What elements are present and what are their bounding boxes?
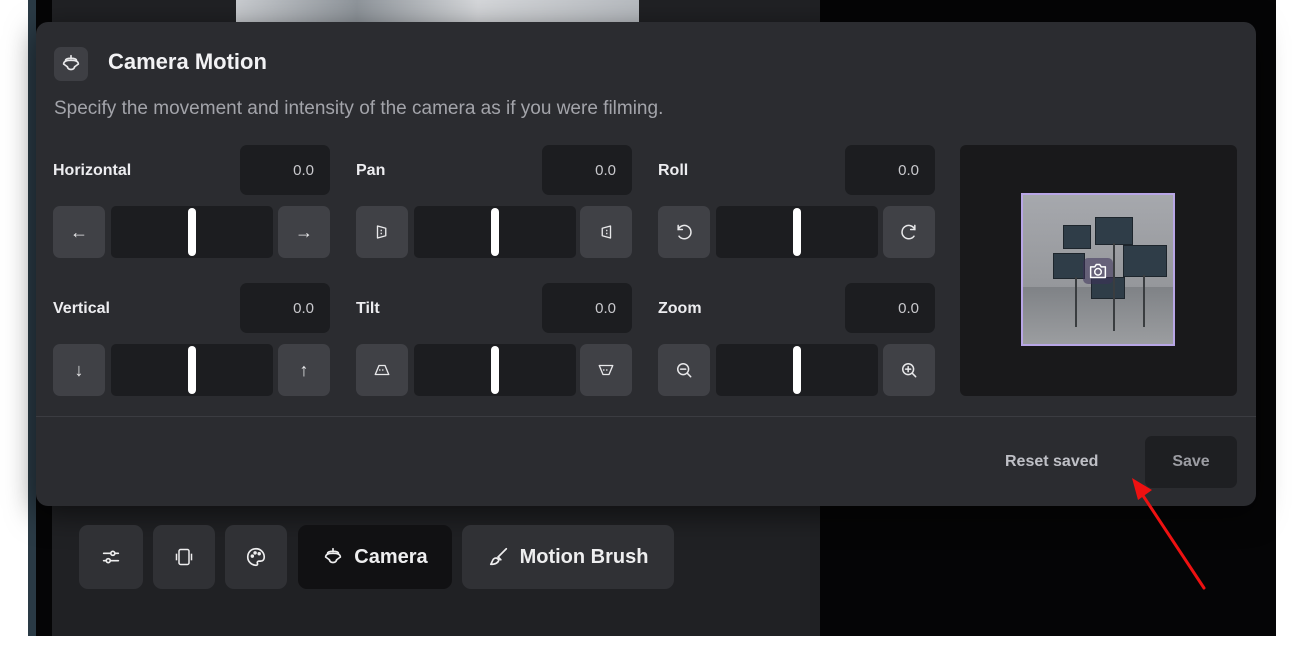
pan-value-input[interactable]: 0.0 [542,145,632,195]
monitor-screen [1053,253,1085,279]
vertical-label: Vertical [53,300,110,317]
camera-motion-dialog: Camera Motion Specify the movement and i… [36,22,1256,506]
pan-label: Pan [356,162,386,179]
monitor-screen [1063,225,1091,249]
tilt-value-input[interactable]: 0.0 [542,283,632,333]
footer-divider [36,416,1256,417]
vertical-up-button[interactable]: ↑ [278,344,330,396]
roll-slider-thumb[interactable] [793,208,801,256]
tilt-down-button[interactable] [580,344,632,396]
pan-slider-thumb[interactable] [491,208,499,256]
rotate-cw-icon [901,224,916,240]
background-image-edge [28,0,36,636]
arrow-up-icon: ↑ [299,359,309,380]
motion-brush-button[interactable]: Motion Brush [462,525,674,589]
vertical-value-input[interactable]: 0.0 [240,283,330,333]
arrow-right-icon: → [295,221,313,242]
horizontal-value-input[interactable]: 0.0 [240,145,330,195]
zoom-in-icon [902,363,917,378]
camera-preview-panel [960,145,1237,396]
camera-motion-icon [54,47,88,81]
zoom-in-button[interactable] [883,344,935,396]
horizontal-right-button[interactable]: → [278,206,330,258]
camera-icon [1083,258,1113,284]
monitor-stand [1075,277,1077,327]
roll-ccw-button[interactable] [658,206,710,258]
zoom-slider[interactable] [716,344,878,396]
tilt-up-button[interactable] [356,344,408,396]
dialog-subtitle: Specify the movement and intensity of th… [54,98,664,119]
tilt-slider-thumb[interactable] [491,346,499,394]
palette-icon [246,547,266,567]
rotate-ccw-icon [677,224,692,240]
frames-button[interactable] [153,525,215,589]
monitor-stand [1113,243,1115,331]
motion-brush-label: Motion Brush [519,545,649,568]
zoom-label: Zoom [658,300,702,317]
camera-tab-label: Camera [354,545,428,568]
monitor-screen [1123,245,1167,277]
roll-value-input[interactable]: 0.0 [845,145,935,195]
dialog-title: Camera Motion [108,49,267,74]
zoom-out-button[interactable] [658,344,710,396]
vertical-down-button[interactable]: ↓ [53,344,105,396]
tilt-label: Tilt [356,300,380,317]
vertical-slider[interactable] [111,344,273,396]
frames-icon [175,548,193,566]
zoom-slider-thumb[interactable] [793,346,801,394]
pan-left-icon [376,225,387,239]
pan-left-button[interactable] [356,206,408,258]
zoom-value-input[interactable]: 0.0 [845,283,935,333]
preview-frame[interactable] [1021,193,1175,346]
pan-slider[interactable] [414,206,576,258]
monitor-stand [1143,275,1145,327]
brush-icon [489,547,507,566]
tilt-up-icon [374,364,390,376]
background-thumbnail [236,0,639,24]
roll-slider[interactable] [716,206,878,258]
roll-label: Roll [658,162,689,179]
camera-motion-icon [325,547,342,564]
horizontal-slider[interactable] [111,206,273,258]
arrow-down-icon: ↓ [74,359,84,380]
reset-saved-button[interactable]: Reset saved [1005,453,1098,471]
monitor-screen [1095,217,1133,245]
horizontal-label: Horizontal [53,162,132,179]
style-button[interactable] [225,525,287,589]
tilt-down-icon [598,364,614,376]
annotation-arrow [1132,478,1206,590]
roll-cw-button[interactable] [883,206,935,258]
horizontal-slider-thumb[interactable] [188,208,196,256]
arrow-left-icon: ← [70,221,88,242]
horizontal-left-button[interactable]: ← [53,206,105,258]
adjustments-button[interactable] [79,525,143,589]
camera-tab-button[interactable]: Camera [298,525,452,589]
pan-right-icon [601,225,612,239]
vertical-slider-thumb[interactable] [188,346,196,394]
sliders-icon [102,550,120,564]
zoom-out-icon [677,363,692,378]
tilt-slider[interactable] [414,344,576,396]
pan-right-button[interactable] [580,206,632,258]
